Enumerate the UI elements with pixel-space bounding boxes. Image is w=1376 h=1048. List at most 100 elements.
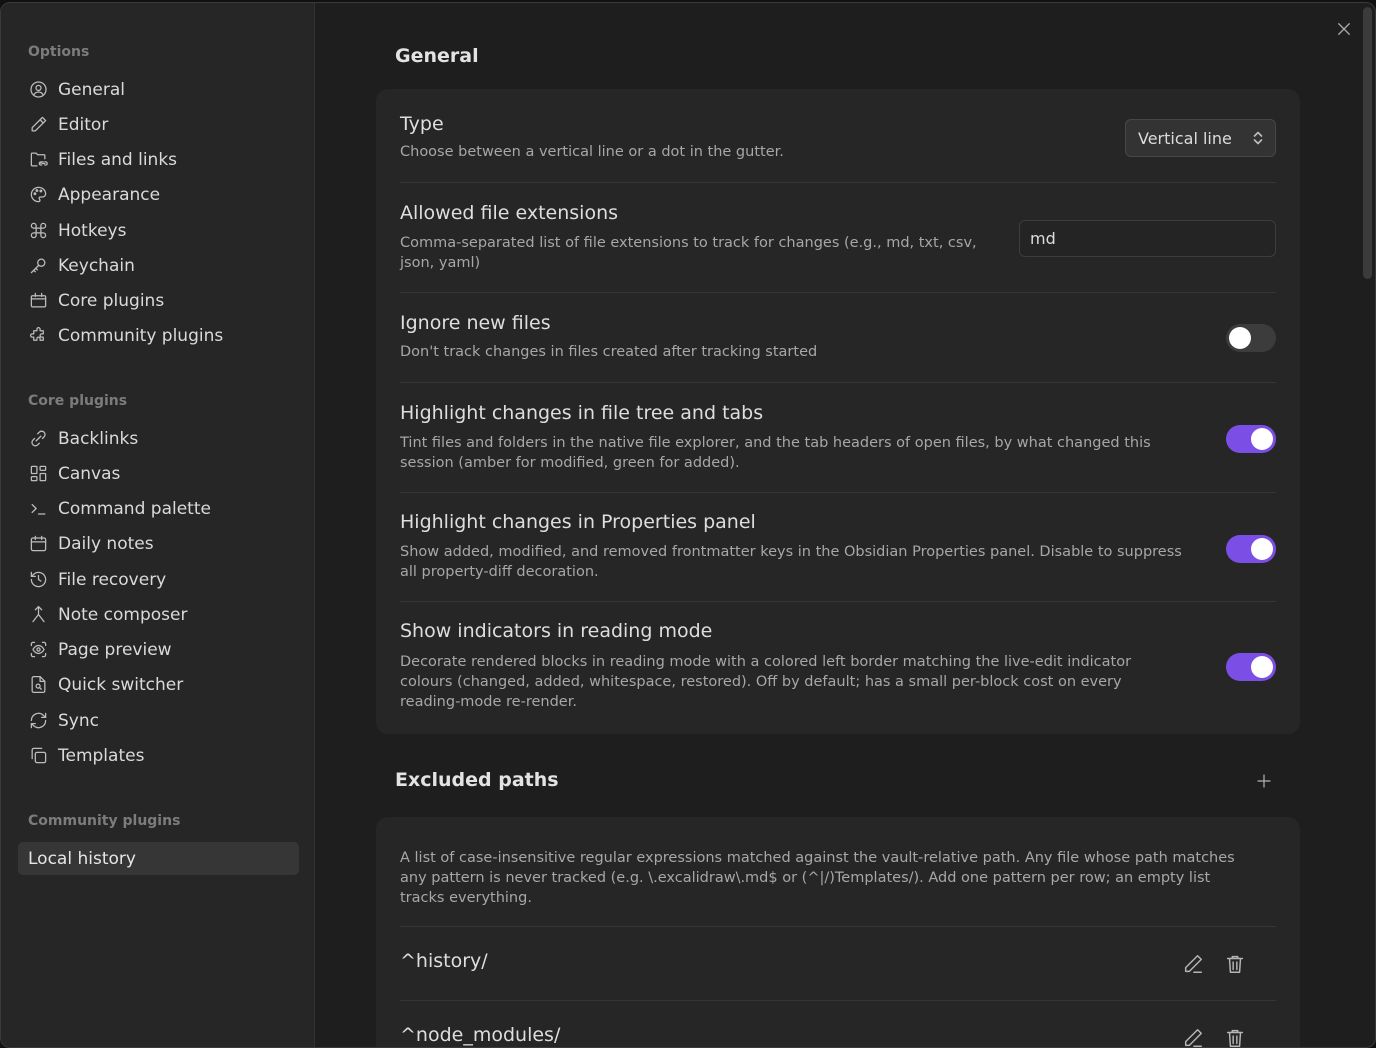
delete-path-button[interactable] <box>1222 951 1248 977</box>
calendar-icon <box>28 534 48 554</box>
sidebar-item-label: Page preview <box>58 639 172 660</box>
sidebar-item-files-and-links[interactable]: Files and links <box>18 143 299 176</box>
refresh-icon <box>28 711 48 731</box>
excluded-paths-card: A list of case-insensitive regular expre… <box>376 817 1300 1047</box>
delete-path-button[interactable] <box>1222 1025 1248 1047</box>
setting-name: Highlight changes in Properties panel <box>400 511 756 533</box>
sidebar-item-editor[interactable]: Editor <box>18 108 299 141</box>
type-dropdown[interactable]: Vertical line <box>1125 119 1276 157</box>
excluded-paths-description: A list of case-insensitive regular expre… <box>400 850 1235 906</box>
sidebar-item-quick-switcher[interactable]: Quick switcher <box>18 668 299 701</box>
excluded-paths-title: Excluded paths <box>395 769 559 791</box>
close-button[interactable] <box>1332 17 1356 41</box>
setting-description: Show added, modified, and removed frontm… <box>400 544 1182 580</box>
key-icon <box>28 256 48 276</box>
plus-icon <box>1257 774 1271 788</box>
sidebar-item-label: Files and links <box>58 149 178 170</box>
list-item: ^node_modules/ <box>400 1001 1276 1047</box>
toggle-knob <box>1229 327 1251 349</box>
sidebar-item-local-history[interactable]: Local history <box>18 842 299 875</box>
highlight-properties-toggle[interactable] <box>1226 535 1276 563</box>
sidebar-item-backlinks[interactable]: Backlinks <box>18 422 299 455</box>
calendar-box-icon <box>28 291 48 311</box>
layout-grid-icon <box>28 464 48 484</box>
close-icon <box>1338 23 1350 35</box>
history-icon <box>28 570 48 590</box>
eye-scan-icon <box>28 640 48 660</box>
setting-name: Show indicators in reading mode <box>400 620 713 642</box>
toggle-knob <box>1251 538 1273 560</box>
sidebar-item-label: Hotkeys <box>58 220 127 241</box>
sidebar-item-label: Local history <box>28 848 136 869</box>
trash-icon <box>1226 1029 1244 1047</box>
setting-name: Allowed file extensions <box>400 202 619 224</box>
sidebar-item-label: Command palette <box>58 498 211 519</box>
sidebar-item-templates[interactable]: Templates <box>18 739 299 772</box>
sidebar-item-appearance[interactable]: Appearance <box>18 178 299 211</box>
settings-sidebar: Options General Editor Files and links A… <box>1 3 315 1047</box>
sidebar-item-keychain[interactable]: Keychain <box>18 249 299 282</box>
sidebar-item-label: Sync <box>58 710 99 731</box>
setting-allowed-extensions: Allowed file extensions Comma-separated … <box>400 183 1276 293</box>
sidebar-item-page-preview[interactable]: Page preview <box>18 633 299 666</box>
sidebar-item-label: Core plugins <box>58 290 165 311</box>
pencil-icon <box>1184 1029 1202 1047</box>
path-pattern: ^history/ <box>400 950 488 972</box>
sidebar-item-label: Editor <box>58 114 109 135</box>
command-icon <box>28 221 48 241</box>
sidebar-item-file-recovery[interactable]: File recovery <box>18 563 299 596</box>
sidebar-item-label: Community plugins <box>58 325 224 346</box>
setting-name: Type <box>400 113 444 135</box>
setting-name: Ignore new files <box>400 312 551 334</box>
sidebar-item-label: File recovery <box>58 569 167 590</box>
folder-link-icon <box>28 150 48 170</box>
settings-modal: Options General Editor Files and links A… <box>0 2 1376 1048</box>
sidebar-item-label: Appearance <box>58 184 161 205</box>
setting-highlight-properties: Highlight changes in Properties panel Sh… <box>400 493 1276 602</box>
sidebar-item-note-composer[interactable]: Note composer <box>18 598 299 631</box>
file-search-icon <box>28 675 48 695</box>
setting-ignore-new-files: Ignore new files Don't track changes in … <box>400 293 1276 383</box>
edit-path-button[interactable] <box>1180 951 1206 977</box>
sidebar-item-label: Note composer <box>58 604 188 625</box>
ignore-new-files-toggle[interactable] <box>1226 324 1276 352</box>
add-path-button[interactable] <box>1252 769 1276 793</box>
setting-type: Type Choose between a vertical line or a… <box>400 89 1276 183</box>
highlight-file-tree-toggle[interactable] <box>1226 425 1276 453</box>
scrollbar-thumb[interactable] <box>1363 7 1372 279</box>
general-settings-card: Type Choose between a vertical line or a… <box>376 89 1300 734</box>
copy-icon <box>28 746 48 766</box>
list-item: ^history/ <box>400 927 1276 1001</box>
setting-name: Highlight changes in file tree and tabs <box>400 402 764 424</box>
sidebar-item-daily-notes[interactable]: Daily notes <box>18 527 299 560</box>
sidebar-item-hotkeys[interactable]: Hotkeys <box>18 214 299 247</box>
toggle-knob <box>1251 656 1273 678</box>
setting-description: Decorate rendered blocks in reading mode… <box>400 654 1132 710</box>
sidebar-item-label: Backlinks <box>58 428 139 449</box>
setting-description: Choose between a vertical line or a dot … <box>400 144 784 160</box>
extensions-input[interactable] <box>1019 220 1276 257</box>
sidebar-item-command-palette[interactable]: Command palette <box>18 492 299 525</box>
edit-path-button[interactable] <box>1180 1025 1206 1047</box>
setting-description: Don't track changes in files created aft… <box>400 344 818 360</box>
chevron-up-down-icon <box>1251 130 1265 146</box>
sidebar-item-core-plugins[interactable]: Core plugins <box>18 284 299 317</box>
setting-highlight-file-tree: Highlight changes in file tree and tabs … <box>400 383 1276 493</box>
sidebar-item-canvas[interactable]: Canvas <box>18 457 299 490</box>
sidebar-item-community-plugins[interactable]: Community plugins <box>18 319 299 352</box>
path-pattern: ^node_modules/ <box>400 1024 561 1046</box>
palette-icon <box>28 185 48 205</box>
core-plugins-heading: Core plugins <box>28 393 128 409</box>
reading-mode-indicators-toggle[interactable] <box>1226 653 1276 681</box>
setting-description: Tint files and folders in the native fil… <box>400 435 1151 471</box>
sidebar-item-sync[interactable]: Sync <box>18 704 299 737</box>
sidebar-item-label: Templates <box>58 745 145 766</box>
trash-icon <box>1226 955 1244 973</box>
sidebar-item-label: Daily notes <box>58 533 154 554</box>
pencil-icon <box>1184 955 1202 973</box>
puzzle-icon <box>28 326 48 346</box>
backlink-icon <box>28 429 48 449</box>
community-plugins-heading: Community plugins <box>28 813 181 829</box>
sidebar-item-general[interactable]: General <box>18 73 299 106</box>
sidebar-item-label: Quick switcher <box>58 674 184 695</box>
